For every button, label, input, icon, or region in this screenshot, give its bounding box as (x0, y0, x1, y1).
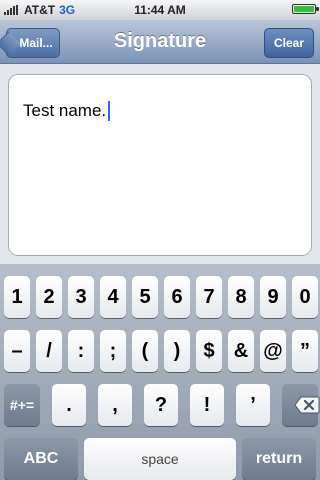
battery-icon (292, 4, 319, 14)
key-quote[interactable]: ” (292, 330, 318, 372)
key-ampersand[interactable]: & (228, 330, 254, 372)
key-4[interactable]: 4 (100, 276, 126, 318)
key-7[interactable]: 7 (196, 276, 222, 318)
key-dollar[interactable]: $ (196, 330, 222, 372)
key-semicolon[interactable]: ; (100, 330, 126, 372)
key-slash[interactable]: / (36, 330, 62, 372)
signature-text-wrapper: Test name. (23, 101, 111, 121)
key-close-paren[interactable]: ) (164, 330, 190, 372)
content-area: Test name. (0, 64, 320, 264)
abc-key[interactable]: ABC (4, 438, 78, 480)
key-more-symbols[interactable]: #+= (4, 384, 40, 426)
key-comma[interactable]: , (98, 384, 132, 426)
key-8[interactable]: 8 (228, 276, 254, 318)
signature-textarea[interactable]: Test name. (8, 74, 312, 256)
keyboard: 1 2 3 4 5 6 7 8 9 0 – / : ; ( ) $ & @ ” … (0, 264, 320, 480)
status-bar: AT&T 3G 11:44 AM (0, 0, 320, 20)
return-key[interactable]: return (242, 438, 316, 480)
key-1[interactable]: 1 (4, 276, 30, 318)
key-open-paren[interactable]: ( (132, 330, 158, 372)
clock: 11:44 AM (134, 3, 186, 17)
key-9[interactable]: 9 (260, 276, 286, 318)
signature-text: Test name. (23, 101, 107, 120)
key-exclamation[interactable]: ! (190, 384, 224, 426)
delete-icon (294, 396, 320, 414)
text-caret (108, 101, 111, 121)
key-6[interactable]: 6 (164, 276, 190, 318)
space-key[interactable]: space (84, 438, 236, 480)
key-dash[interactable]: – (4, 330, 30, 372)
key-question[interactable]: ? (144, 384, 178, 426)
key-at[interactable]: @ (260, 330, 286, 372)
key-2[interactable]: 2 (36, 276, 62, 318)
key-apostrophe[interactable]: ’ (236, 384, 270, 426)
key-5[interactable]: 5 (132, 276, 158, 318)
nav-bar: Mail... Signature Clear (0, 20, 320, 64)
key-period[interactable]: . (52, 384, 86, 426)
key-3[interactable]: 3 (68, 276, 94, 318)
key-0[interactable]: 0 (292, 276, 318, 318)
clear-button[interactable]: Clear (264, 28, 314, 58)
key-colon[interactable]: : (68, 330, 94, 372)
delete-key[interactable] (282, 384, 320, 426)
